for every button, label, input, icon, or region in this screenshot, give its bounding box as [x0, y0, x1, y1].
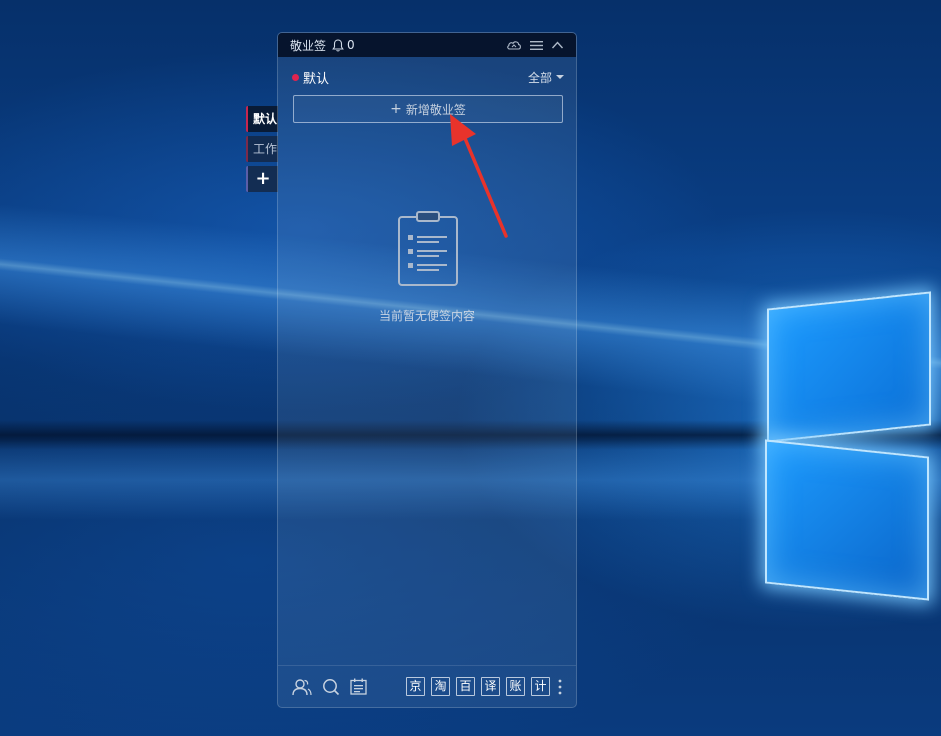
shortcut-jd[interactable]: 京 — [406, 677, 425, 696]
search-icon[interactable] — [322, 678, 340, 696]
contacts-icon[interactable] — [292, 678, 312, 696]
category-tab-work[interactable]: 工作 — [246, 136, 278, 162]
current-category: 默认 — [303, 71, 330, 87]
category-tabs: 默认 工作 + — [246, 106, 278, 196]
more-vertical-icon[interactable] — [558, 679, 562, 695]
collapse-icon[interactable] — [551, 40, 564, 50]
cloud-sync-icon[interactable] — [506, 39, 522, 51]
clipboard-icon — [396, 211, 460, 289]
shortcut-taobao[interactable]: 淘 — [431, 677, 450, 696]
app-title: 敬业签 — [290, 38, 327, 53]
shortcut-accounting[interactable]: 账 — [506, 677, 525, 696]
shortcut-baidu[interactable]: 百 — [456, 677, 475, 696]
notes-panel: 敬业签 0 默认 全部 + 新增敬业签 当前暂无便签内容 京 淘 百 译 账 计 — [277, 32, 577, 708]
footer-toolbar: 京 淘 百 译 账 计 — [278, 665, 576, 707]
menu-icon[interactable] — [530, 40, 543, 51]
windows-logo — [750, 260, 941, 620]
filter-label: 全部 — [527, 70, 552, 85]
shortcut-translate[interactable]: 译 — [481, 677, 500, 696]
add-note-button[interactable]: + 新增敬业签 — [293, 95, 563, 123]
category-color-dot — [292, 73, 299, 81]
category-header: 默认 全部 — [292, 67, 564, 87]
windows-logo-pane-top — [767, 291, 931, 443]
empty-state-text: 当前暂无便签内容 — [378, 309, 475, 323]
bell-icon[interactable] — [332, 38, 344, 52]
title-bar: 敬业签 0 — [278, 33, 576, 57]
category-tab-default[interactable]: 默认 — [246, 106, 278, 132]
add-note-label: 新增敬业签 — [405, 102, 466, 117]
plus-icon: + — [390, 101, 402, 117]
windows-logo-pane-bottom — [765, 439, 929, 601]
filter-dropdown[interactable]: 全部 — [528, 69, 564, 86]
shortcut-calculator[interactable]: 计 — [531, 677, 550, 696]
calendar-icon[interactable] — [350, 678, 367, 695]
add-category-button[interactable]: + — [246, 166, 278, 192]
chevron-down-icon — [556, 75, 564, 79]
notification-count: 0 — [347, 38, 355, 52]
